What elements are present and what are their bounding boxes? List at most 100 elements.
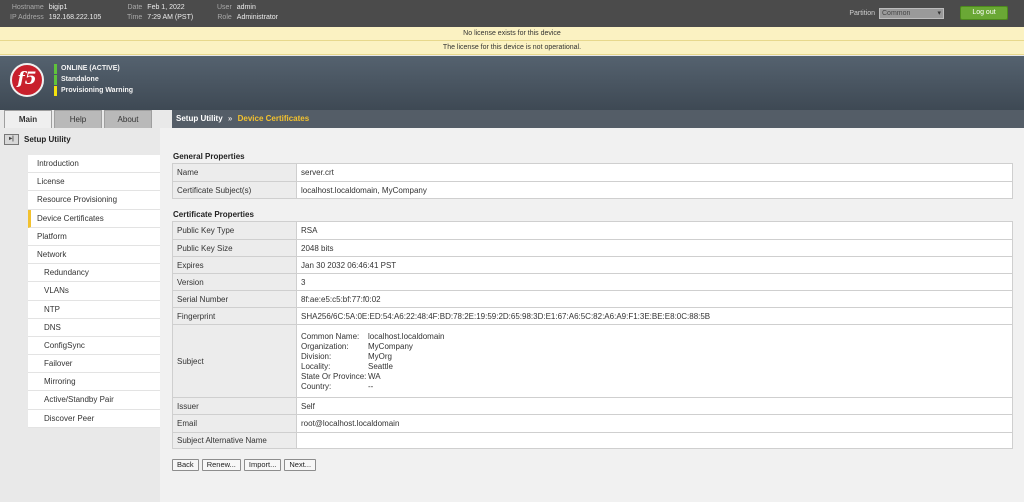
serial-number-label: Serial Number bbox=[172, 290, 297, 308]
version-value: 3 bbox=[296, 273, 1013, 291]
nav-tabs: Main Help About bbox=[4, 110, 152, 128]
role-value: Administrator bbox=[236, 14, 279, 21]
locality-value: Seattle bbox=[368, 361, 393, 371]
license-banner-missing: No license exists for this device bbox=[0, 27, 1024, 41]
device-status-list: ONLINE (ACTIVE) Standalone Provisioning … bbox=[54, 63, 133, 96]
role-label: Role bbox=[217, 14, 232, 21]
fingerprint-label: Fingerprint bbox=[172, 307, 297, 325]
setup-utility-icon: ▸| bbox=[4, 134, 19, 145]
sidebar-item-platform[interactable]: Platform bbox=[28, 228, 160, 246]
table-row: Public Key Size 2048 bits bbox=[172, 239, 1013, 257]
public-key-size-value: 2048 bits bbox=[296, 239, 1013, 257]
chevron-down-icon: ▾ bbox=[937, 10, 941, 17]
sidebar: ▸| Setup Utility Introduction License Re… bbox=[0, 128, 160, 438]
state-key: State Or Province: bbox=[301, 371, 367, 381]
table-row: Version 3 bbox=[172, 273, 1013, 291]
sidebar-item-redundancy[interactable]: Redundancy bbox=[28, 264, 160, 283]
breadcrumb-separator: » bbox=[227, 114, 233, 123]
division-key: Division: bbox=[301, 351, 332, 361]
tab-about[interactable]: About bbox=[104, 110, 152, 128]
renew-button[interactable]: Renew... bbox=[201, 459, 241, 471]
table-row: Public Key Type RSA bbox=[172, 221, 1013, 240]
status-online[interactable]: ONLINE (ACTIVE) bbox=[54, 63, 133, 74]
general-properties-table: Name server.crt Certificate Subject(s) l… bbox=[172, 163, 1013, 199]
sidebar-item-discover-peer[interactable]: Discover Peer bbox=[28, 410, 160, 428]
subject-details: Common Name: localhost.localdomain Organ… bbox=[301, 332, 1008, 391]
certificate-properties-table: Public Key Type RSA Public Key Size 2048… bbox=[172, 221, 1013, 449]
logout-button[interactable]: Log out bbox=[960, 6, 1008, 20]
subject-alternative-name-label: Subject Alternative Name bbox=[172, 432, 297, 449]
sidebar-item-resource-provisioning[interactable]: Resource Provisioning bbox=[28, 191, 160, 210]
sidebar-header-label: Setup Utility bbox=[24, 135, 71, 144]
sidebar-item-configsync[interactable]: ConfigSync bbox=[28, 337, 160, 356]
table-row: Certificate Subject(s) localhost.localdo… bbox=[172, 181, 1013, 199]
tab-help[interactable]: Help bbox=[54, 110, 102, 128]
sidebar-item-vlans[interactable]: VLANs bbox=[28, 282, 160, 301]
table-row: Expires Jan 30 2032 06:46:41 PST bbox=[172, 256, 1013, 274]
hostname-label: Hostname bbox=[11, 4, 44, 11]
import-button[interactable]: Import... bbox=[243, 459, 282, 471]
sidebar-item-ntp[interactable]: NTP bbox=[28, 301, 160, 319]
public-key-type-label: Public Key Type bbox=[172, 221, 297, 240]
hostname-value: bigip1 bbox=[48, 4, 68, 11]
division-value: MyOrg bbox=[368, 351, 392, 361]
tab-main[interactable]: Main bbox=[4, 110, 52, 128]
status-standalone[interactable]: Standalone bbox=[54, 74, 133, 85]
certificate-properties-title: Certificate Properties bbox=[173, 210, 254, 219]
version-label: Version bbox=[172, 273, 297, 291]
sidebar-header[interactable]: ▸| Setup Utility bbox=[4, 134, 71, 145]
status-indicator-icon bbox=[54, 74, 57, 85]
table-row: Email root@localhost.localdomain bbox=[172, 414, 1013, 433]
subject-label: Subject bbox=[172, 324, 297, 398]
sidebar-menu: Introduction License Resource Provisioni… bbox=[28, 155, 160, 428]
license-banner-not-operational: The license for this device is not opera… bbox=[0, 41, 1024, 55]
breadcrumb-current: Device Certificates bbox=[237, 114, 310, 123]
status-provisioning-label: Provisioning Warning bbox=[61, 87, 134, 94]
ip-value: 192.168.222.105 bbox=[48, 14, 102, 21]
sidebar-item-introduction[interactable]: Introduction bbox=[28, 155, 160, 174]
public-key-type-value: RSA bbox=[296, 221, 1013, 240]
next-button[interactable]: Next... bbox=[284, 459, 317, 471]
sidebar-item-active-standby-pair[interactable]: Active/Standby Pair bbox=[28, 391, 160, 410]
table-row: Serial Number 8f:ae:e5:c5:bf:77:f0:02 bbox=[172, 290, 1013, 308]
time-value: 7:29 AM (PST) bbox=[147, 14, 194, 21]
back-button[interactable]: Back bbox=[172, 459, 199, 471]
user-info: User admin Role Administrator bbox=[217, 4, 278, 22]
country-value: -- bbox=[368, 381, 374, 391]
partition-select[interactable]: Common ▾ bbox=[879, 8, 944, 19]
email-value: root@localhost.localdomain bbox=[296, 414, 1013, 433]
state-value: WA bbox=[368, 371, 381, 381]
status-provisioning-warning[interactable]: Provisioning Warning bbox=[54, 85, 133, 96]
sidebar-item-network[interactable]: Network bbox=[28, 246, 160, 265]
breadcrumb-parent[interactable]: Setup Utility bbox=[176, 114, 223, 123]
sidebar-item-failover[interactable]: Failover bbox=[28, 355, 160, 374]
warning-indicator-icon bbox=[54, 85, 57, 96]
status-online-label: ONLINE (ACTIVE) bbox=[61, 65, 120, 72]
public-key-size-label: Public Key Size bbox=[172, 239, 297, 257]
issuer-value: Self bbox=[296, 397, 1013, 415]
sidebar-item-license[interactable]: License bbox=[28, 173, 160, 192]
expires-label: Expires bbox=[172, 256, 297, 274]
sidebar-item-dns[interactable]: DNS bbox=[28, 319, 160, 337]
top-bar: Hostname bigip1 IP Address 192.168.222.1… bbox=[0, 0, 1024, 27]
locality-key: Locality: bbox=[301, 361, 331, 371]
f5-logo: f5 bbox=[10, 63, 44, 97]
date-label: Date bbox=[127, 4, 143, 11]
status-header bbox=[0, 56, 1024, 110]
expires-value: Jan 30 2032 06:46:41 PST bbox=[296, 256, 1013, 274]
subject-value: Common Name: localhost.localdomain Organ… bbox=[296, 324, 1013, 398]
partition-control: Partition Common ▾ bbox=[849, 8, 944, 19]
certificate-subjects-label: Certificate Subject(s) bbox=[172, 181, 297, 199]
general-properties-title: General Properties bbox=[173, 152, 245, 161]
table-row: Name server.crt bbox=[172, 163, 1013, 182]
datetime-info: Date Feb 1, 2022 Time 7:29 AM (PST) bbox=[127, 4, 193, 22]
main-content: General Properties Name server.crt Certi… bbox=[160, 128, 1024, 502]
partition-label: Partition bbox=[849, 10, 875, 17]
time-label: Time bbox=[127, 14, 143, 21]
partition-value: Common bbox=[882, 10, 911, 17]
sidebar-item-device-certificates[interactable]: Device Certificates bbox=[28, 209, 160, 228]
date-value: Feb 1, 2022 bbox=[147, 4, 185, 11]
table-row: Fingerprint SHA256/6C:5A:0E:ED:54:A6:22:… bbox=[172, 307, 1013, 325]
status-indicator-icon bbox=[54, 63, 57, 74]
sidebar-item-mirroring[interactable]: Mirroring bbox=[28, 373, 160, 392]
